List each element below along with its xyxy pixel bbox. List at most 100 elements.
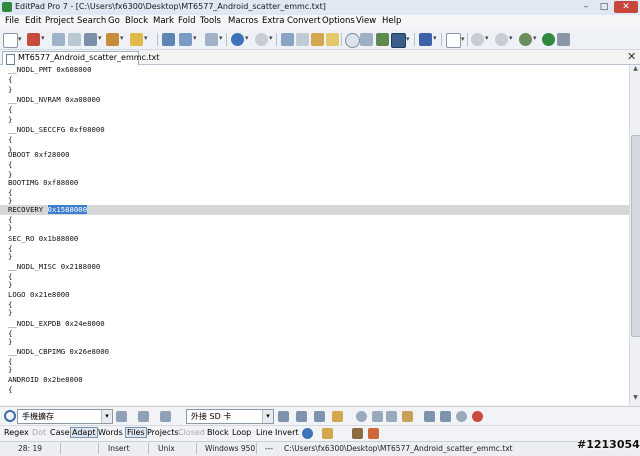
highlight-icon[interactable] <box>356 411 367 422</box>
tool-icon[interactable] <box>519 33 537 46</box>
play-macro-icon[interactable] <box>495 33 513 46</box>
find-files-icon[interactable] <box>360 33 373 46</box>
record-macro-icon[interactable] <box>471 33 489 46</box>
menu-edit[interactable]: Edit <box>25 16 41 26</box>
menu-file[interactable]: File <box>5 16 19 26</box>
menu-options[interactable]: Options <box>322 16 355 26</box>
web-icon[interactable] <box>542 33 555 46</box>
loop-toggle[interactable]: Loop <box>232 428 251 437</box>
maximize-button[interactable]: □ <box>596 1 612 13</box>
menu-mark[interactable]: Mark <box>153 16 174 26</box>
new-document-icon[interactable] <box>446 33 465 48</box>
close-file-icon[interactable] <box>84 33 102 46</box>
scroll-thumb[interactable] <box>631 135 640 337</box>
bookmark-icon[interactable] <box>386 411 397 422</box>
chevron-down-icon[interactable]: ▾ <box>101 410 112 423</box>
scroll-down-icon[interactable]: ▼ <box>630 394 640 404</box>
find-next-icon[interactable] <box>116 411 127 422</box>
undo-icon[interactable] <box>231 33 249 46</box>
folder-icon[interactable] <box>130 33 148 46</box>
tab-label: MT6577_Android_scatter_emmc.txt <box>18 53 160 62</box>
redo-icon[interactable] <box>255 33 273 46</box>
tab-close-icon[interactable]: ✕ <box>627 50 636 63</box>
spell-check-icon[interactable] <box>376 33 389 46</box>
file-panel-icon[interactable] <box>162 33 175 46</box>
replace-icon[interactable] <box>278 411 289 422</box>
new-file-icon[interactable] <box>3 33 22 48</box>
open-file-icon[interactable] <box>27 33 45 46</box>
find-all-icon[interactable] <box>160 411 171 422</box>
clip-icon[interactable] <box>352 428 363 439</box>
app-icon <box>2 2 12 12</box>
close-search-icon[interactable] <box>472 411 483 422</box>
copy-icon[interactable] <box>296 33 309 46</box>
column-icon[interactable] <box>205 33 223 46</box>
files-toggle[interactable]: Files <box>125 427 147 438</box>
search-mode-icon[interactable] <box>322 428 333 439</box>
menu-extra[interactable]: Extra <box>262 16 284 26</box>
project-icon[interactable] <box>179 33 197 46</box>
chevron-down-icon[interactable]: ▾ <box>262 410 273 423</box>
menu-convert[interactable]: Convert <box>287 16 321 26</box>
scroll-up-icon[interactable]: ▲ <box>630 65 640 75</box>
menu-search[interactable]: Search <box>77 16 106 26</box>
clipboard-icon[interactable] <box>326 33 339 46</box>
paste-icon[interactable] <box>311 33 324 46</box>
save-icon[interactable] <box>52 33 65 46</box>
menu-view[interactable]: View <box>356 16 376 26</box>
tab-file[interactable]: MT6577_Android_scatter_emmc.txt <box>2 51 160 65</box>
search-options-bar: Regex Dot Case Adapt Words Files Project… <box>0 425 640 441</box>
marker-icon[interactable] <box>368 428 379 439</box>
replace-previous-icon[interactable] <box>314 411 325 422</box>
menu-go[interactable]: Go <box>108 16 120 26</box>
replace-input[interactable]: 外接 SD 卡 ▾ <box>186 409 274 424</box>
search-input[interactable]: 手機擴存 ▾ <box>17 409 113 424</box>
search-files-icon[interactable] <box>440 411 451 422</box>
case-toggle[interactable]: Case <box>50 428 70 437</box>
word-wrap-icon[interactable] <box>391 33 410 48</box>
text-line: { <box>8 135 13 144</box>
text-line: } <box>8 308 13 317</box>
menu-tools[interactable]: Tools <box>200 16 221 26</box>
fold-icon[interactable] <box>372 411 383 422</box>
file-path: C:\Users\fx6300\Desktop\MT6577_Android_s… <box>284 444 513 453</box>
insert-mode[interactable]: Insert <box>108 444 130 453</box>
block-toggle[interactable]: Block <box>207 428 229 437</box>
search-history-icon[interactable] <box>302 428 313 439</box>
vertical-scrollbar[interactable]: ▲ ▼ <box>629 65 640 405</box>
words-toggle[interactable]: Words <box>98 428 123 437</box>
projects-toggle[interactable]: Projects <box>147 428 179 437</box>
print-icon[interactable] <box>106 33 124 46</box>
filter-icon[interactable] <box>424 411 435 422</box>
cut-icon[interactable] <box>281 33 294 46</box>
encoding[interactable]: Windows 950 <box>205 444 255 453</box>
menu-block[interactable]: Block <box>125 16 148 26</box>
tab-bar: MT6577_Android_scatter_emmc.txt ✕ <box>0 50 640 65</box>
close-tab-icon[interactable] <box>557 33 570 46</box>
minimize-button[interactable]: – <box>578 1 594 13</box>
find-previous-icon[interactable] <box>138 411 149 422</box>
text-line: } <box>8 223 13 232</box>
menu-project[interactable]: Project <box>45 16 74 26</box>
line-break-style[interactable]: Unix <box>158 444 175 453</box>
menu-help[interactable]: Help <box>382 16 401 26</box>
invert-toggle[interactable]: Invert <box>275 428 299 437</box>
adapt-toggle[interactable]: Adapt <box>70 427 98 438</box>
text-editor[interactable]: __NODL_PMT 0x608000 { } __NODL_NVRAM 0xa… <box>0 65 629 405</box>
selected-text: 0x1588000 <box>47 205 88 214</box>
line-toggle[interactable]: Line <box>256 428 273 437</box>
history-icon[interactable] <box>402 411 413 422</box>
closed-toggle[interactable]: Closed <box>178 428 205 437</box>
text-line: __NODL_PMT 0x608000 <box>8 65 92 74</box>
search-help-icon[interactable] <box>456 411 467 422</box>
search-icon[interactable] <box>345 33 360 48</box>
menu-macros[interactable]: Macros <box>228 16 258 26</box>
replace-next-icon[interactable] <box>296 411 307 422</box>
regex-toggle[interactable]: Regex <box>4 428 29 437</box>
font-icon[interactable] <box>419 33 437 46</box>
close-button[interactable]: ✕ <box>614 1 638 13</box>
menu-fold[interactable]: Fold <box>178 16 196 26</box>
dot-toggle[interactable]: Dot <box>32 428 46 437</box>
replace-all-icon[interactable] <box>332 411 343 422</box>
save-all-icon[interactable] <box>68 33 81 46</box>
